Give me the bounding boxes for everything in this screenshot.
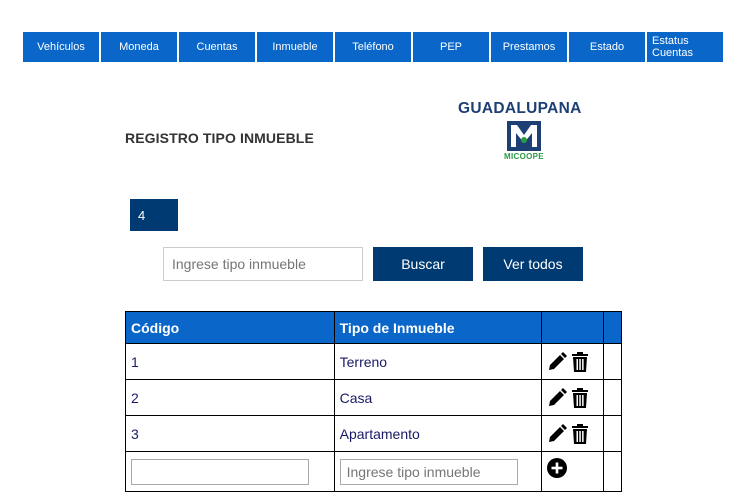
table-header-row: Código Tipo de Inmueble (125, 311, 622, 344)
nav-vehiculos[interactable]: Vehículos (23, 32, 99, 62)
search-input[interactable] (163, 247, 363, 281)
cell-type: Casa (333, 379, 543, 416)
cell-extra (603, 379, 622, 416)
top-nav: Vehículos Moneda Cuentas Inmueble Teléfo… (23, 32, 725, 62)
property-type-table: Código Tipo de Inmueble 1 Terreno 2 Casa (125, 311, 622, 492)
cell-code: 3 (125, 415, 335, 452)
nav-moneda[interactable]: Moneda (101, 32, 177, 62)
table-row: 3 Apartamento (125, 415, 622, 452)
pencil-icon[interactable] (547, 387, 568, 408)
nav-telefono[interactable]: Teléfono (335, 32, 411, 62)
pencil-icon[interactable] (547, 351, 568, 372)
header-extra (603, 311, 622, 344)
trash-icon[interactable] (571, 351, 589, 372)
table-row: 1 Terreno (125, 343, 622, 380)
record-count: 4 (130, 199, 178, 231)
nav-estado[interactable]: Estado (569, 32, 645, 62)
pencil-icon[interactable] (547, 423, 568, 444)
cell-type: Terreno (333, 343, 543, 380)
cell-extra (603, 451, 622, 492)
cell-extra (603, 343, 622, 380)
logo-text: GUADALUPANA (458, 100, 582, 117)
brand-logo: GUADALUPANA MICOOPE (456, 100, 606, 164)
cell-code: 2 (125, 379, 335, 416)
cell-type: Apartamento (333, 415, 543, 452)
new-row-actions (541, 451, 605, 492)
table-row: 2 Casa (125, 379, 622, 416)
new-entry-row (125, 451, 622, 492)
header-codigo: Código (125, 311, 335, 344)
trash-icon[interactable] (571, 387, 589, 408)
logo-subtext: MICOOPE (504, 152, 544, 161)
search-button[interactable]: Buscar (373, 247, 473, 281)
plus-circle-icon[interactable] (547, 458, 568, 478)
nav-estatus-cuentas[interactable]: Estatus Cuentas (647, 32, 723, 62)
nav-inmueble[interactable]: Inmueble (257, 32, 333, 62)
new-type-cell (333, 451, 543, 492)
nav-prestamos[interactable]: Prestamos (491, 32, 567, 62)
new-type-input[interactable] (339, 458, 518, 485)
trash-icon[interactable] (571, 423, 589, 444)
page-title: REGISTRO TIPO INMUEBLE (125, 130, 314, 146)
view-all-button[interactable]: Ver todos (483, 247, 583, 281)
row-actions (541, 415, 605, 452)
logo-mark-icon (507, 121, 541, 151)
header-actions (541, 311, 605, 344)
cell-code: 1 (125, 343, 335, 380)
row-actions (541, 343, 605, 380)
header-tipo-inmueble: Tipo de Inmueble (333, 311, 543, 344)
nav-cuentas[interactable]: Cuentas (179, 32, 255, 62)
new-code-cell (125, 451, 335, 492)
new-code-input[interactable] (131, 458, 309, 485)
nav-pep[interactable]: PEP (413, 32, 489, 62)
row-actions (541, 379, 605, 416)
cell-extra (603, 415, 622, 452)
